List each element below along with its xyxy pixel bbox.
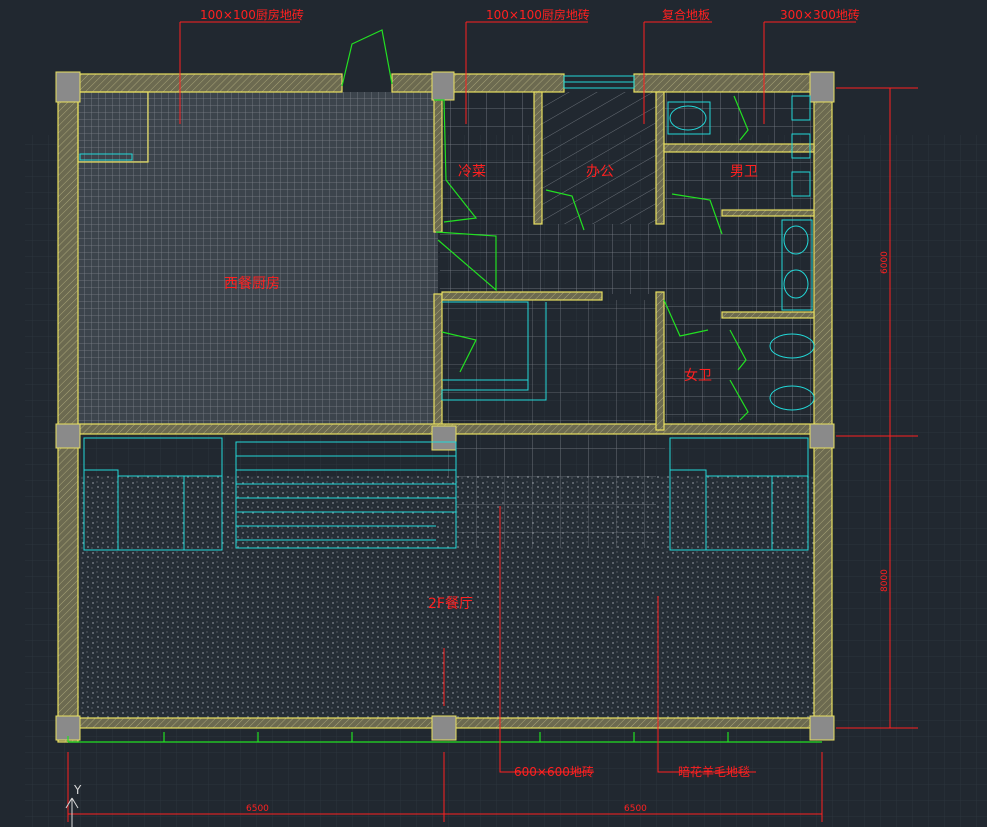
wall-sink-top <box>721 209 815 217</box>
wall-top-right <box>633 73 815 93</box>
room-label-western-kitchen: 西餐厨房 <box>224 276 280 292</box>
wall-office-toilet <box>655 91 665 225</box>
room-label-cold-dish: 冷菜 <box>458 164 486 180</box>
wall-cold-office <box>533 91 543 225</box>
office-wood-floor <box>540 92 660 224</box>
wall-top-left <box>57 73 343 93</box>
wall-left <box>57 73 79 743</box>
wall-kitchen-east-upper <box>433 91 443 233</box>
wall-kitchen-east-lower <box>433 293 443 431</box>
callout-kitchen-tile-2: 100×100厨房地砖 <box>486 7 590 22</box>
column-e <box>809 423 835 449</box>
callout-tile-300: 300×300地砖 <box>780 7 860 22</box>
column-s <box>431 715 457 741</box>
room-label-womens-toilet: 女卫 <box>684 367 712 384</box>
wall-womens-west <box>655 291 665 431</box>
dimension-bottom-left: 6500 <box>246 804 269 814</box>
ucs-y-label: Y <box>73 783 82 797</box>
column-nw <box>55 71 81 103</box>
room-label-office: 办公 <box>586 164 614 180</box>
column-w <box>55 423 81 449</box>
column-center <box>431 425 457 451</box>
callout-kitchen-tile-1: 100×100厨房地砖 <box>200 7 304 22</box>
stair-landing-floor <box>456 440 656 548</box>
callout-tile-600: 600×600地砖 <box>514 764 594 779</box>
dimension-right-bottom: 8000 <box>880 569 890 592</box>
floor-plan-drawing: Y 100×100厨房地砖 100×100厨房地砖 复合地板 300×300地砖… <box>0 0 987 827</box>
room-label-dining-hall: 2F餐厅 <box>428 596 473 612</box>
column-n <box>431 71 455 101</box>
wall-top-middle <box>391 73 565 93</box>
wall-right <box>813 73 833 739</box>
kitchen-tile-floor <box>78 92 438 428</box>
room-label-mens-toilet: 男卫 <box>730 164 758 180</box>
callout-composite-floor: 复合地板 <box>662 7 710 22</box>
wall-corridor-south <box>441 291 603 301</box>
column-ne <box>809 71 835 103</box>
callout-carpet: 暗花羊毛地毯 <box>678 764 750 779</box>
cold-dish-tile-floor <box>440 92 540 224</box>
column-se <box>809 715 835 741</box>
floor-finishes <box>78 92 814 724</box>
wall-sink-bottom <box>721 311 815 319</box>
dimension-right-top: 6000 <box>880 251 890 274</box>
dimension-bottom-right: 6500 <box>624 804 647 814</box>
